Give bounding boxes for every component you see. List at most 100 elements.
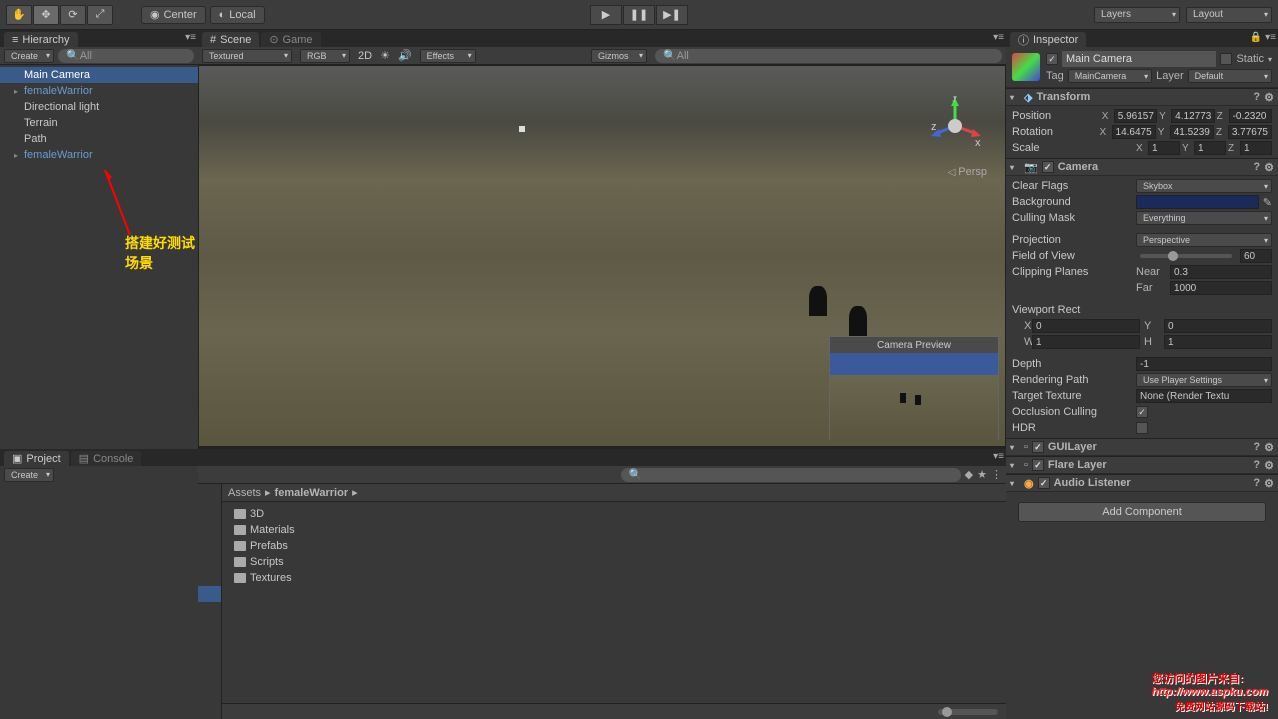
rotate-tool[interactable]: ⟳ xyxy=(60,5,86,25)
audiolistener-component-header[interactable]: ▾◉✓Audio Listener?⚙ xyxy=(1006,474,1278,492)
help-icon[interactable]: ? xyxy=(1253,91,1260,104)
filter-icon[interactable]: ◆ xyxy=(965,468,973,481)
hdr-checkbox[interactable] xyxy=(1136,422,1148,434)
filter-icon[interactable]: ★ xyxy=(977,468,987,481)
hierarchy-item[interactable]: Directional light xyxy=(0,99,198,115)
project-search-input[interactable]: 🔍 xyxy=(621,468,961,482)
filter-icon[interactable]: ⋮ xyxy=(991,468,1002,481)
background-color-field[interactable] xyxy=(1136,195,1259,209)
breadcrumb-item[interactable]: Assets xyxy=(228,487,261,499)
scale-z-field[interactable]: 1 xyxy=(1240,141,1272,155)
guilayer-enabled-checkbox[interactable]: ✓ xyxy=(1032,441,1044,453)
occlusion-checkbox[interactable]: ✓ xyxy=(1136,406,1148,418)
gear-icon[interactable]: ⚙ xyxy=(1264,441,1274,454)
help-icon[interactable]: ? xyxy=(1253,459,1260,472)
culling-mask-dropdown[interactable]: Everything xyxy=(1136,211,1272,225)
game-tab[interactable]: ⊙Game xyxy=(261,32,320,47)
eyedropper-icon[interactable]: ✎ xyxy=(1263,196,1272,209)
play-button[interactable]: ▶ xyxy=(590,5,622,25)
help-icon[interactable]: ? xyxy=(1253,477,1260,490)
hand-tool[interactable]: ✋ xyxy=(6,5,32,25)
help-icon[interactable]: ? xyxy=(1253,161,1260,174)
near-field[interactable]: 0.3 xyxy=(1170,265,1272,279)
panel-menu-icon[interactable]: 🔒 ▾≡ xyxy=(1250,32,1276,43)
hierarchy-item[interactable]: ▸femaleWarrior xyxy=(0,147,198,163)
breadcrumb-item[interactable]: femaleWarrior xyxy=(275,487,349,499)
scene-search-input[interactable]: 🔍 All xyxy=(655,49,1002,63)
active-checkbox[interactable]: ✓ xyxy=(1046,53,1058,65)
folder-item[interactable]: 3D xyxy=(226,506,1002,522)
move-tool[interactable]: ✥ xyxy=(33,5,59,25)
pos-x-field[interactable]: 5.96157 xyxy=(1114,109,1157,123)
rot-y-field[interactable]: 41.5239 xyxy=(1170,125,1214,139)
viewport-w-field[interactable]: 1 xyxy=(1032,335,1140,349)
fov-field[interactable]: 60 xyxy=(1240,249,1272,263)
hierarchy-create-dropdown[interactable]: Create xyxy=(4,49,54,63)
help-icon[interactable]: ? xyxy=(1253,441,1260,454)
projection-dropdown[interactable]: Perspective xyxy=(1136,233,1272,247)
add-component-button[interactable]: Add Component xyxy=(1018,502,1266,522)
viewport-y-field[interactable]: 0 xyxy=(1164,319,1272,333)
hierarchy-item[interactable]: Terrain xyxy=(0,115,198,131)
projection-label[interactable]: ◁ Persp xyxy=(948,166,987,178)
inspector-tab[interactable]: ⓘInspector xyxy=(1010,32,1086,47)
hierarchy-search-input[interactable]: 🔍 All xyxy=(58,49,194,63)
camera-component-header[interactable]: ▾📷 ✓ Camera ?⚙ xyxy=(1006,158,1278,176)
folder-item[interactable]: Prefabs xyxy=(226,538,1002,554)
step-button[interactable]: ▶❚ xyxy=(656,5,688,25)
gear-icon[interactable]: ⚙ xyxy=(1264,91,1274,104)
pos-y-field[interactable]: 4.12773 xyxy=(1171,109,1214,123)
console-tab[interactable]: ▤Console xyxy=(71,451,142,466)
panel-menu-icon[interactable]: ▾≡ xyxy=(993,451,1004,462)
pivot-mode-button[interactable]: ◉Center xyxy=(141,6,206,24)
panel-menu-icon[interactable]: ▾≡ xyxy=(993,32,1004,43)
gear-icon[interactable]: ⚙ xyxy=(1264,459,1274,472)
project-tab[interactable]: ▣Project xyxy=(4,451,69,466)
gameobject-icon[interactable] xyxy=(1012,53,1040,81)
guilayer-component-header[interactable]: ▾▫✓GUILayer?⚙ xyxy=(1006,438,1278,456)
gear-icon[interactable]: ⚙ xyxy=(1264,161,1274,174)
fov-slider[interactable] xyxy=(1140,254,1232,258)
scale-tool[interactable]: ⤢ xyxy=(87,5,113,25)
panel-menu-icon[interactable]: ▾≡ xyxy=(185,32,196,43)
transform-component-header[interactable]: ▾⬗ Transform ?⚙ xyxy=(1006,88,1278,106)
folder-item[interactable]: Textures xyxy=(226,570,1002,586)
scene-viewport[interactable]: y z x ◁ Persp Camera Preview xyxy=(198,65,1006,447)
icon-size-slider[interactable] xyxy=(938,709,998,715)
draw-mode-dropdown[interactable]: Textured xyxy=(202,49,292,63)
layout-dropdown[interactable]: Layout xyxy=(1186,7,1272,23)
audio-enabled-checkbox[interactable]: ✓ xyxy=(1038,477,1050,489)
static-checkbox[interactable] xyxy=(1220,53,1232,65)
far-field[interactable]: 1000 xyxy=(1170,281,1272,295)
light-toggle-icon[interactable]: ☀ xyxy=(380,49,390,62)
layers-dropdown[interactable]: Layers xyxy=(1094,7,1180,23)
gear-icon[interactable]: ⚙ xyxy=(1264,477,1274,490)
depth-field[interactable]: -1 xyxy=(1136,357,1272,371)
target-texture-field[interactable]: None (Render Textu xyxy=(1136,389,1272,403)
hierarchy-item[interactable]: Path xyxy=(0,131,198,147)
flarelayer-component-header[interactable]: ▾▫✓Flare Layer?⚙ xyxy=(1006,456,1278,474)
hierarchy-tab[interactable]: ≡Hierarchy xyxy=(4,32,78,47)
gizmos-dropdown[interactable]: Gizmos xyxy=(591,49,647,63)
tag-dropdown[interactable]: MainCamera xyxy=(1068,69,1152,83)
clear-flags-dropdown[interactable]: Skybox xyxy=(1136,179,1272,193)
hierarchy-item[interactable]: Main Camera xyxy=(0,67,198,83)
folder-item[interactable]: Scripts xyxy=(226,554,1002,570)
scale-y-field[interactable]: 1 xyxy=(1194,141,1226,155)
object-name-input[interactable] xyxy=(1062,51,1216,67)
viewport-x-field[interactable]: 0 xyxy=(1032,319,1140,333)
project-create-dropdown[interactable]: Create xyxy=(4,468,54,482)
flare-enabled-checkbox[interactable]: ✓ xyxy=(1032,459,1044,471)
2d-toggle[interactable]: 2D xyxy=(358,50,372,62)
rot-x-field[interactable]: 14.6475 xyxy=(1112,125,1156,139)
scale-x-field[interactable]: 1 xyxy=(1148,141,1180,155)
effects-dropdown[interactable]: Effects xyxy=(420,49,476,63)
orientation-gizmo[interactable]: y z x xyxy=(925,96,985,156)
render-mode-dropdown[interactable]: RGB xyxy=(300,49,350,63)
rendering-path-dropdown[interactable]: Use Player Settings xyxy=(1136,373,1272,387)
rot-z-field[interactable]: 3.77675 xyxy=(1228,125,1272,139)
viewport-h-field[interactable]: 1 xyxy=(1164,335,1272,349)
camera-enabled-checkbox[interactable]: ✓ xyxy=(1042,161,1054,173)
rotation-mode-button[interactable]: ◐Local xyxy=(210,6,265,24)
layer-dropdown[interactable]: Default xyxy=(1188,69,1272,83)
